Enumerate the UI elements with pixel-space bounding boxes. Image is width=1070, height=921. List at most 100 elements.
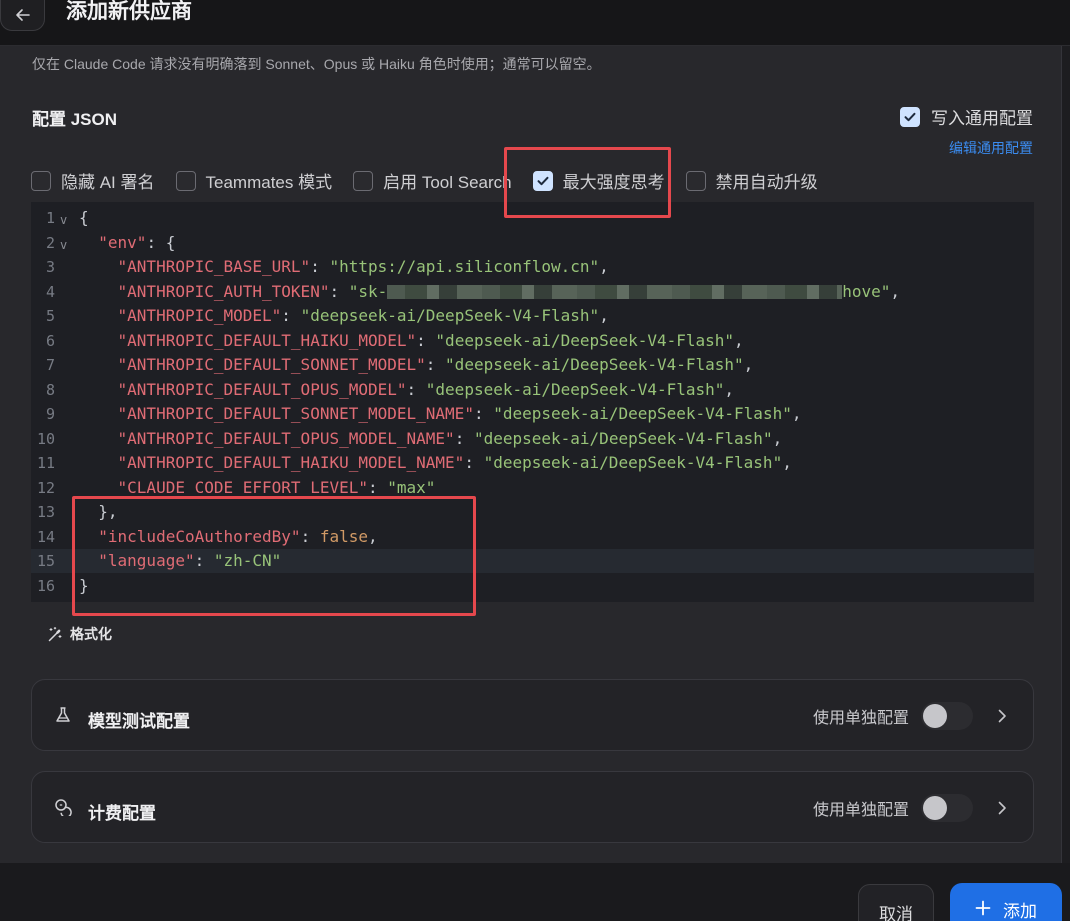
- line-number: 3: [45, 258, 55, 276]
- config-json-title: 配置 JSON: [32, 110, 118, 129]
- line-number: 5: [45, 307, 55, 325]
- toggle-label: 使用单独配置: [812, 710, 909, 727]
- checkbox-box[interactable]: [685, 170, 706, 191]
- option-label: Teammates 模式: [205, 173, 333, 192]
- code-line[interactable]: 10 "ANTHROPIC_DEFAULT_OPUS_MODEL_NAME": …: [31, 427, 1034, 451]
- line-number: 9: [45, 405, 55, 423]
- code-text: "ANTHROPIC_DEFAULT_SONNET_MODEL": "deeps…: [79, 353, 754, 377]
- code-line[interactable]: 3 "ANTHROPIC_BASE_URL": "https://api.sil…: [31, 255, 1034, 279]
- code-line[interactable]: 7 "ANTHROPIC_DEFAULT_SONNET_MODEL": "dee…: [31, 353, 1034, 377]
- line-number: 10: [36, 429, 55, 448]
- magic-wand-icon: [48, 626, 62, 641]
- chevron-right-icon[interactable]: [997, 800, 1007, 816]
- write-common-checkbox-box[interactable]: [900, 106, 920, 127]
- line-number: 7: [45, 356, 55, 374]
- code-punct: ,: [782, 453, 792, 472]
- option-label: 禁用自动升级: [715, 173, 818, 192]
- json-key: "ANTHROPIC_DEFAULT_OPUS_MODEL_NAME": [117, 428, 455, 448]
- code-line[interactable]: 16}: [31, 574, 1034, 598]
- card-title: 计费配置: [88, 804, 156, 823]
- code-punct: ,: [734, 330, 744, 350]
- code-line[interactable]: 14 "includeCoAuthoredBy": false,: [31, 525, 1034, 549]
- add-label: 添加: [1003, 902, 1037, 921]
- code-line[interactable]: 4 "ANTHROPIC_AUTH_TOKEN": "sk-hove",: [31, 280, 1034, 304]
- footer-actions: 取消 添加: [0, 863, 1070, 921]
- provider-form: 仅在 Claude Code 请求没有明确落到 Sonnet、Opus 或 Ha…: [0, 46, 1062, 863]
- chevron-right-icon[interactable]: [997, 708, 1007, 724]
- checkbox-box[interactable]: [175, 170, 196, 191]
- json-value: "max": [387, 477, 436, 497]
- format-label: 格式化: [70, 626, 112, 642]
- line-number: 4: [45, 282, 55, 301]
- line-number: 13: [36, 503, 55, 521]
- code-line[interactable]: 9 "ANTHROPIC_DEFAULT_SONNET_MODEL_NAME":…: [31, 402, 1034, 426]
- fold-chevron-icon[interactable]: v: [60, 208, 67, 232]
- line-number: 1: [45, 209, 55, 227]
- code-punct: },: [98, 502, 118, 521]
- coins-icon: [54, 798, 74, 821]
- checkbox-box[interactable]: [353, 170, 374, 191]
- code-text: "ANTHROPIC_AUTH_TOKEN": "sk-hove",: [79, 280, 901, 304]
- json-value: "deepseek-ai/DeepSeek-V4-Flash": [435, 330, 735, 350]
- code-punct: ,: [743, 355, 754, 374]
- back-button[interactable]: [0, 0, 45, 31]
- code-punct: ,: [791, 404, 802, 423]
- code-line[interactable]: 13 },: [31, 500, 1034, 524]
- code-text: "ANTHROPIC_DEFAULT_HAIKU_MODEL_NAME": "d…: [79, 451, 792, 475]
- json-value: false: [319, 526, 368, 546]
- use-separate-config-toggle[interactable]: [921, 794, 973, 822]
- option-checkbox[interactable]: Teammates 模式: [175, 168, 333, 193]
- add-button[interactable]: 添加: [950, 883, 1062, 921]
- code-line[interactable]: 15 "language": "zh-CN": [31, 549, 1034, 573]
- json-value: "deepseek-ai/DeepSeek-V4-Flash": [425, 379, 725, 399]
- plus-icon: [975, 900, 991, 916]
- option-checkbox[interactable]: 最大强度思考: [532, 168, 665, 193]
- write-common-label: 写入通用配置: [931, 109, 1033, 128]
- code-line[interactable]: 5 "ANTHROPIC_MODEL": "deepseek-ai/DeepSe…: [31, 304, 1034, 328]
- code-line[interactable]: 2v "env": {: [31, 231, 1034, 255]
- code-line[interactable]: 1 v {: [31, 206, 1034, 230]
- code-line[interactable]: 12 "CLAUDE_CODE_EFFORT_LEVEL": "max": [31, 476, 1034, 500]
- option-checkbox[interactable]: 隐藏 AI 署名: [31, 168, 155, 193]
- option-checkbox[interactable]: 启用 Tool Search: [353, 168, 512, 193]
- json-value: "deepseek-ai/DeepSeek-V4-Flash": [445, 355, 744, 374]
- code-punct: ,: [890, 281, 901, 301]
- use-separate-config-toggle[interactable]: [921, 702, 973, 730]
- code-text: "ANTHROPIC_BASE_URL": "https://api.silic…: [79, 255, 609, 279]
- code-line[interactable]: 11 "ANTHROPIC_DEFAULT_HAIKU_MODEL_NAME":…: [31, 451, 1034, 475]
- edit-common-config-link[interactable]: 编辑通用配置: [949, 138, 1033, 158]
- code-text: "ANTHROPIC_DEFAULT_OPUS_MODEL": "deepsee…: [79, 378, 735, 402]
- json-value: "deepseek-ai/DeepSeek-V4-Flash": [483, 453, 783, 472]
- code-text: "env": {: [79, 231, 175, 255]
- card-title: 模型测试配置: [88, 712, 190, 731]
- option-label: 隐藏 AI 署名: [61, 173, 155, 192]
- option-checkbox[interactable]: 禁用自动升级: [685, 168, 818, 193]
- json-key: "includeCoAuthoredBy": [98, 526, 301, 546]
- cancel-button[interactable]: 取消: [858, 884, 934, 921]
- checkbox-box[interactable]: [532, 170, 553, 191]
- code-punct: ,: [599, 257, 609, 276]
- code-line[interactable]: 8 "ANTHROPIC_DEFAULT_OPUS_MODEL": "deeps…: [31, 378, 1034, 402]
- json-editor[interactable]: 1 v{2 v "env": {3 "ANTHROPIC_BASE_URL": "h…: [31, 202, 1034, 602]
- json-value-tail: hove": [842, 281, 891, 301]
- fold-chevron-icon[interactable]: v: [60, 233, 67, 257]
- format-button[interactable]: 格式化: [47, 624, 112, 644]
- code-text: "ANTHROPIC_MODEL": "deepseek-ai/DeepSeek…: [79, 304, 609, 328]
- code-line[interactable]: 6 "ANTHROPIC_DEFAULT_HAIKU_MODEL": "deep…: [31, 329, 1034, 353]
- code-text: "CLAUDE_CODE_EFFORT_LEVEL": "max": [79, 476, 436, 500]
- model-test-config-card[interactable]: 模型测试配置 使用单独配置: [31, 679, 1034, 751]
- checkbox-box[interactable]: [31, 170, 51, 191]
- json-value: "deepseek-ai/DeepSeek-V4-Flash": [493, 404, 792, 423]
- check-icon: [904, 112, 916, 121]
- write-common-config-checkbox[interactable]: 写入通用配置: [900, 104, 1033, 129]
- json-key: "ANTHROPIC_DEFAULT_HAIKU_MODEL": [117, 330, 417, 350]
- billing-config-card[interactable]: 计费配置 使用单独配置: [31, 771, 1034, 843]
